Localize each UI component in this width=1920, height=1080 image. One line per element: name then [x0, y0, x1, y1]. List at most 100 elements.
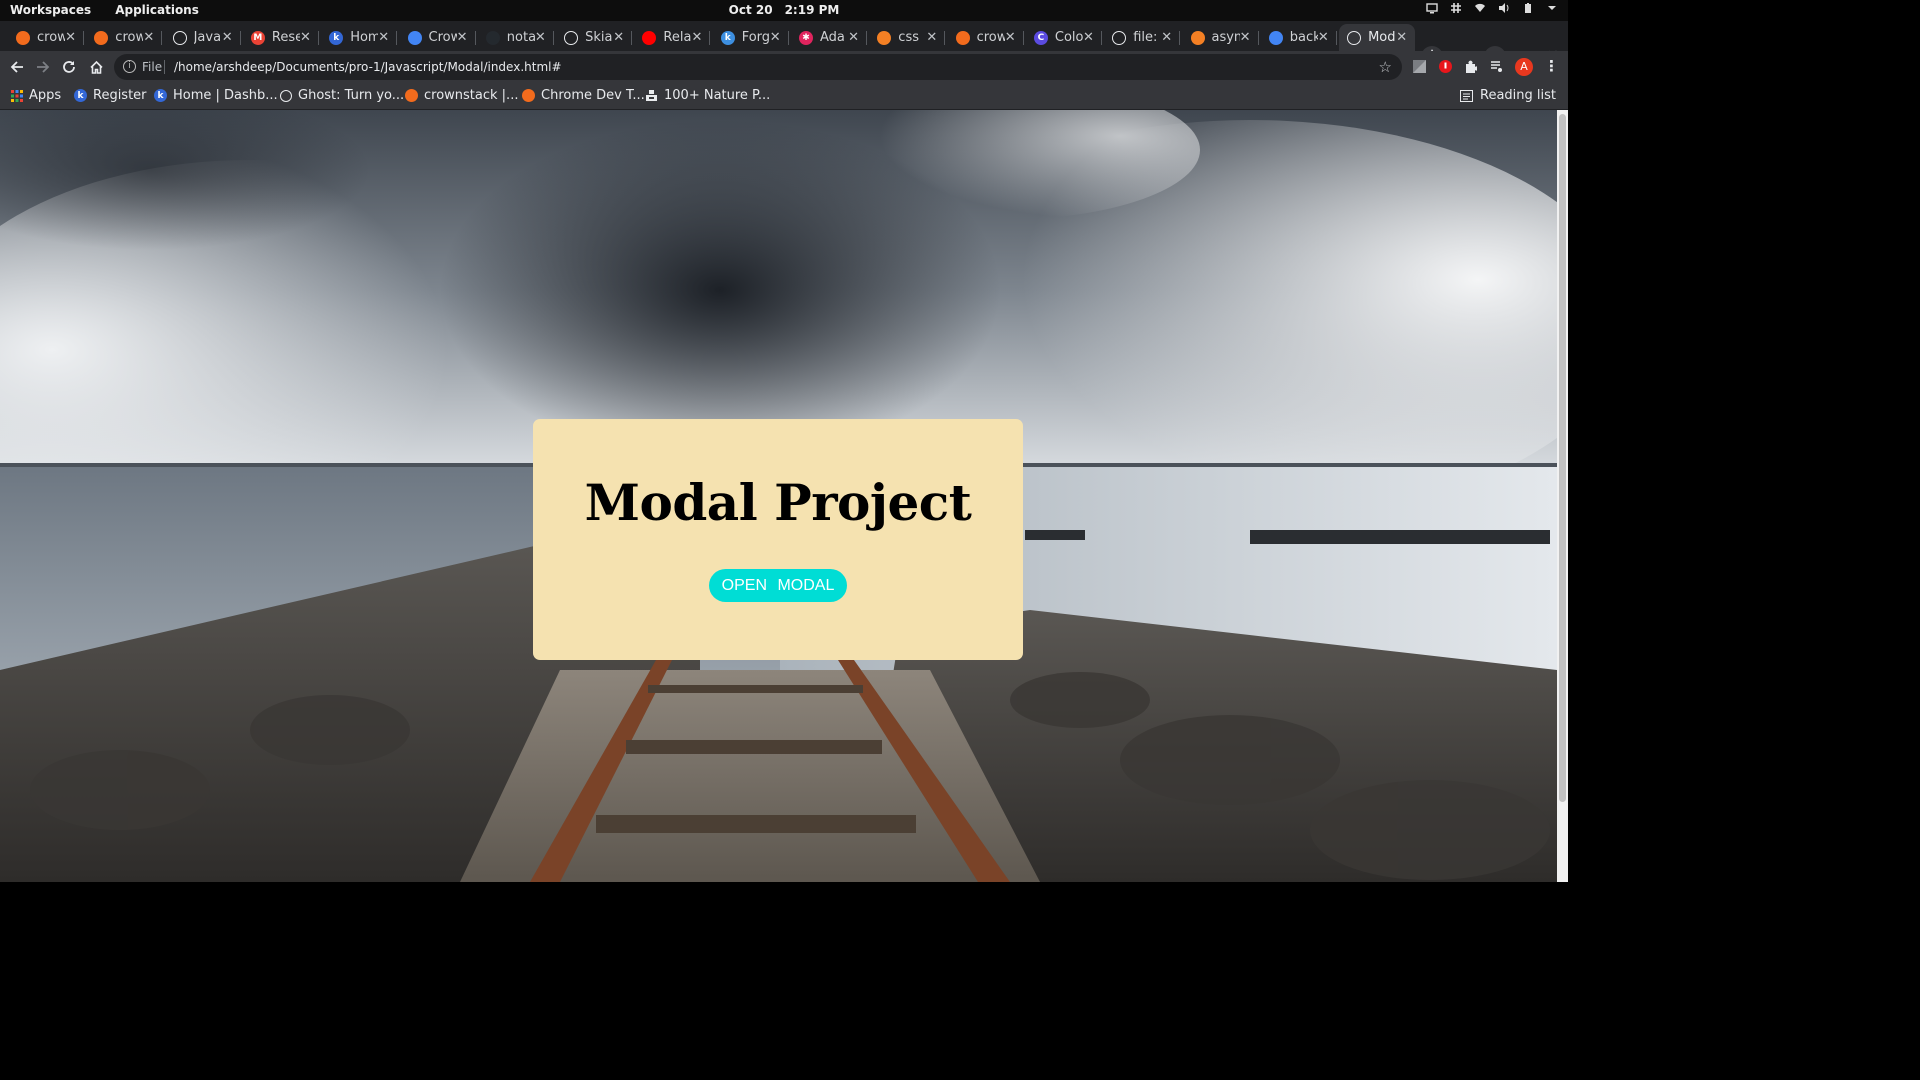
url-text[interactable]: /home/arshdeep/Documents/pro-1/Javascrip… — [174, 60, 562, 74]
tab[interactable]: Crow ✕ — [400, 24, 476, 51]
tab[interactable]: css ✕ — [869, 24, 946, 51]
tab-separator — [1335, 31, 1337, 45]
bookmark-register[interactable]: k Register — [74, 88, 147, 103]
open-modal-button[interactable]: OPEN MODAL — [709, 569, 847, 602]
clock[interactable]: Oct 20 2:19 PM — [0, 3, 1568, 17]
tab[interactable]: nota ✕ — [478, 24, 554, 51]
address-bar[interactable]: i File /home/arshdeep/Documents/pro-1/Ja… — [114, 54, 1402, 80]
tab[interactable]: M Rese ✕ — [243, 24, 319, 51]
bookmarks-bar: Apps k Register k Home | Dashb... Ghost:… — [0, 83, 1568, 110]
bookmark-icon — [172, 30, 187, 45]
close-tab-icon[interactable]: ✕ — [770, 30, 781, 45]
profile-avatar[interactable]: A — [1515, 58, 1533, 76]
tab[interactable]: Skia ✕ — [556, 24, 633, 51]
slack-icon[interactable] — [1450, 2, 1462, 14]
bookmark-apps[interactable]: Apps — [11, 88, 61, 103]
close-tab-icon[interactable]: ✕ — [65, 30, 76, 45]
bookmark-label: crownstack |... — [424, 88, 519, 103]
screen-share-icon[interactable] — [1426, 2, 1438, 14]
tab[interactable]: file: ✕ — [1104, 24, 1181, 51]
close-tab-icon[interactable]: ✕ — [457, 30, 468, 45]
google-icon — [1268, 30, 1283, 45]
bookmark-chrome-dev-tools[interactable]: Chrome Dev T... — [522, 88, 645, 103]
battery-icon[interactable] — [1522, 2, 1534, 14]
k-icon: k — [720, 30, 735, 45]
media-controls-icon[interactable] — [1490, 60, 1503, 73]
close-tab-icon[interactable]: ✕ — [613, 30, 624, 45]
tab-separator — [709, 31, 711, 45]
crownstack-icon — [955, 30, 970, 45]
chrome-menu-icon[interactable]: ⋮ — [1544, 57, 1559, 75]
back-arrow-icon — [10, 61, 23, 73]
close-tab-icon[interactable]: ✕ — [222, 30, 233, 45]
tab[interactable]: crow ✕ — [8, 24, 84, 51]
close-tab-icon[interactable]: ✕ — [1240, 30, 1251, 45]
bookmark-label: Home | Dashb... — [173, 88, 278, 103]
tab[interactable]: k Hom ✕ — [321, 24, 398, 51]
tab[interactable]: C Colo ✕ — [1026, 24, 1102, 51]
tab[interactable]: Rela ✕ — [634, 24, 711, 51]
close-tab-icon[interactable]: ✕ — [1083, 30, 1094, 45]
scrollbar-thumb[interactable] — [1559, 114, 1566, 802]
reload-icon — [63, 61, 75, 73]
extension-red-icon[interactable] — [1439, 60, 1452, 73]
close-tab-icon[interactable]: ✕ — [1005, 30, 1016, 45]
bookmark-star-icon[interactable]: ☆ — [1379, 58, 1392, 76]
tab[interactable]: crow ✕ — [948, 24, 1024, 51]
close-tab-icon[interactable]: ✕ — [691, 30, 702, 45]
c-icon: C — [1033, 30, 1048, 45]
reload-button[interactable] — [58, 56, 80, 78]
bookmark-home-dashboard[interactable]: k Home | Dashb... — [154, 88, 278, 103]
crownstack-icon — [522, 89, 535, 102]
tab-title: Hom — [350, 30, 379, 45]
tab[interactable]: Mod ✕ — [1339, 24, 1416, 51]
close-tab-icon[interactable]: ✕ — [535, 30, 546, 45]
crownstack-icon — [94, 30, 109, 45]
close-tab-icon[interactable]: ✕ — [848, 30, 859, 45]
vertical-scrollbar[interactable] — [1557, 110, 1568, 882]
extension-tile-icon[interactable] — [1413, 60, 1426, 73]
extensions-puzzle-icon[interactable] — [1464, 60, 1477, 73]
tab-title: file: — [1133, 30, 1158, 45]
tab-separator — [552, 31, 554, 45]
volume-icon[interactable] — [1498, 2, 1510, 14]
bookmark-crownstack[interactable]: crownstack |... — [405, 88, 518, 103]
bookmark-ghost[interactable]: Ghost: Turn yo... — [280, 88, 404, 103]
close-tab-icon[interactable]: ✕ — [1318, 30, 1329, 45]
screen: Workspaces Applications Oct 20 2:19 PM cr… — [0, 0, 1568, 882]
tab-separator — [944, 31, 946, 45]
close-tab-icon[interactable]: ✕ — [1161, 30, 1172, 45]
apps-grid-icon — [11, 89, 23, 102]
tab-title: Rese — [271, 30, 300, 45]
tab[interactable]: crow ✕ — [86, 24, 163, 51]
close-tab-icon[interactable]: ✕ — [143, 30, 154, 45]
bookmark-nature-photos[interactable]: 100+ Nature P... — [645, 88, 770, 103]
close-tab-icon[interactable]: ✕ — [1396, 30, 1407, 45]
close-tab-icon[interactable]: ✕ — [378, 30, 389, 45]
tab[interactable]: ✱ Ada ✕ — [791, 24, 867, 51]
tab-title: Mod — [1368, 30, 1396, 45]
chevron-down-icon[interactable] — [1546, 2, 1558, 14]
bookmark-label: Chrome Dev T... — [541, 88, 645, 103]
crownstack-icon — [16, 30, 30, 45]
tab[interactable]: asyn ✕ — [1183, 24, 1259, 51]
tab[interactable]: Java ✕ — [165, 24, 241, 51]
forward-button[interactable] — [32, 56, 54, 78]
forward-arrow-icon — [37, 61, 50, 73]
site-info-icon[interactable]: i — [123, 60, 136, 73]
tab[interactable]: k Forg ✕ — [713, 24, 789, 51]
close-tab-icon[interactable]: ✕ — [300, 30, 311, 45]
reading-list-button[interactable]: Reading list — [1460, 88, 1556, 103]
globe-icon — [564, 30, 579, 45]
tab-title: Colo — [1054, 30, 1083, 45]
calendar-icon — [407, 30, 422, 45]
tab-separator — [787, 31, 789, 45]
tab-title: Java — [193, 30, 222, 45]
home-button[interactable] — [85, 56, 107, 78]
tab-title: Skia — [585, 30, 613, 45]
close-tab-icon[interactable]: ✕ — [926, 30, 937, 45]
tab[interactable]: back ✕ — [1261, 24, 1337, 51]
globe-icon — [1112, 30, 1127, 45]
wifi-icon[interactable] — [1474, 2, 1486, 14]
back-button[interactable] — [6, 56, 28, 78]
